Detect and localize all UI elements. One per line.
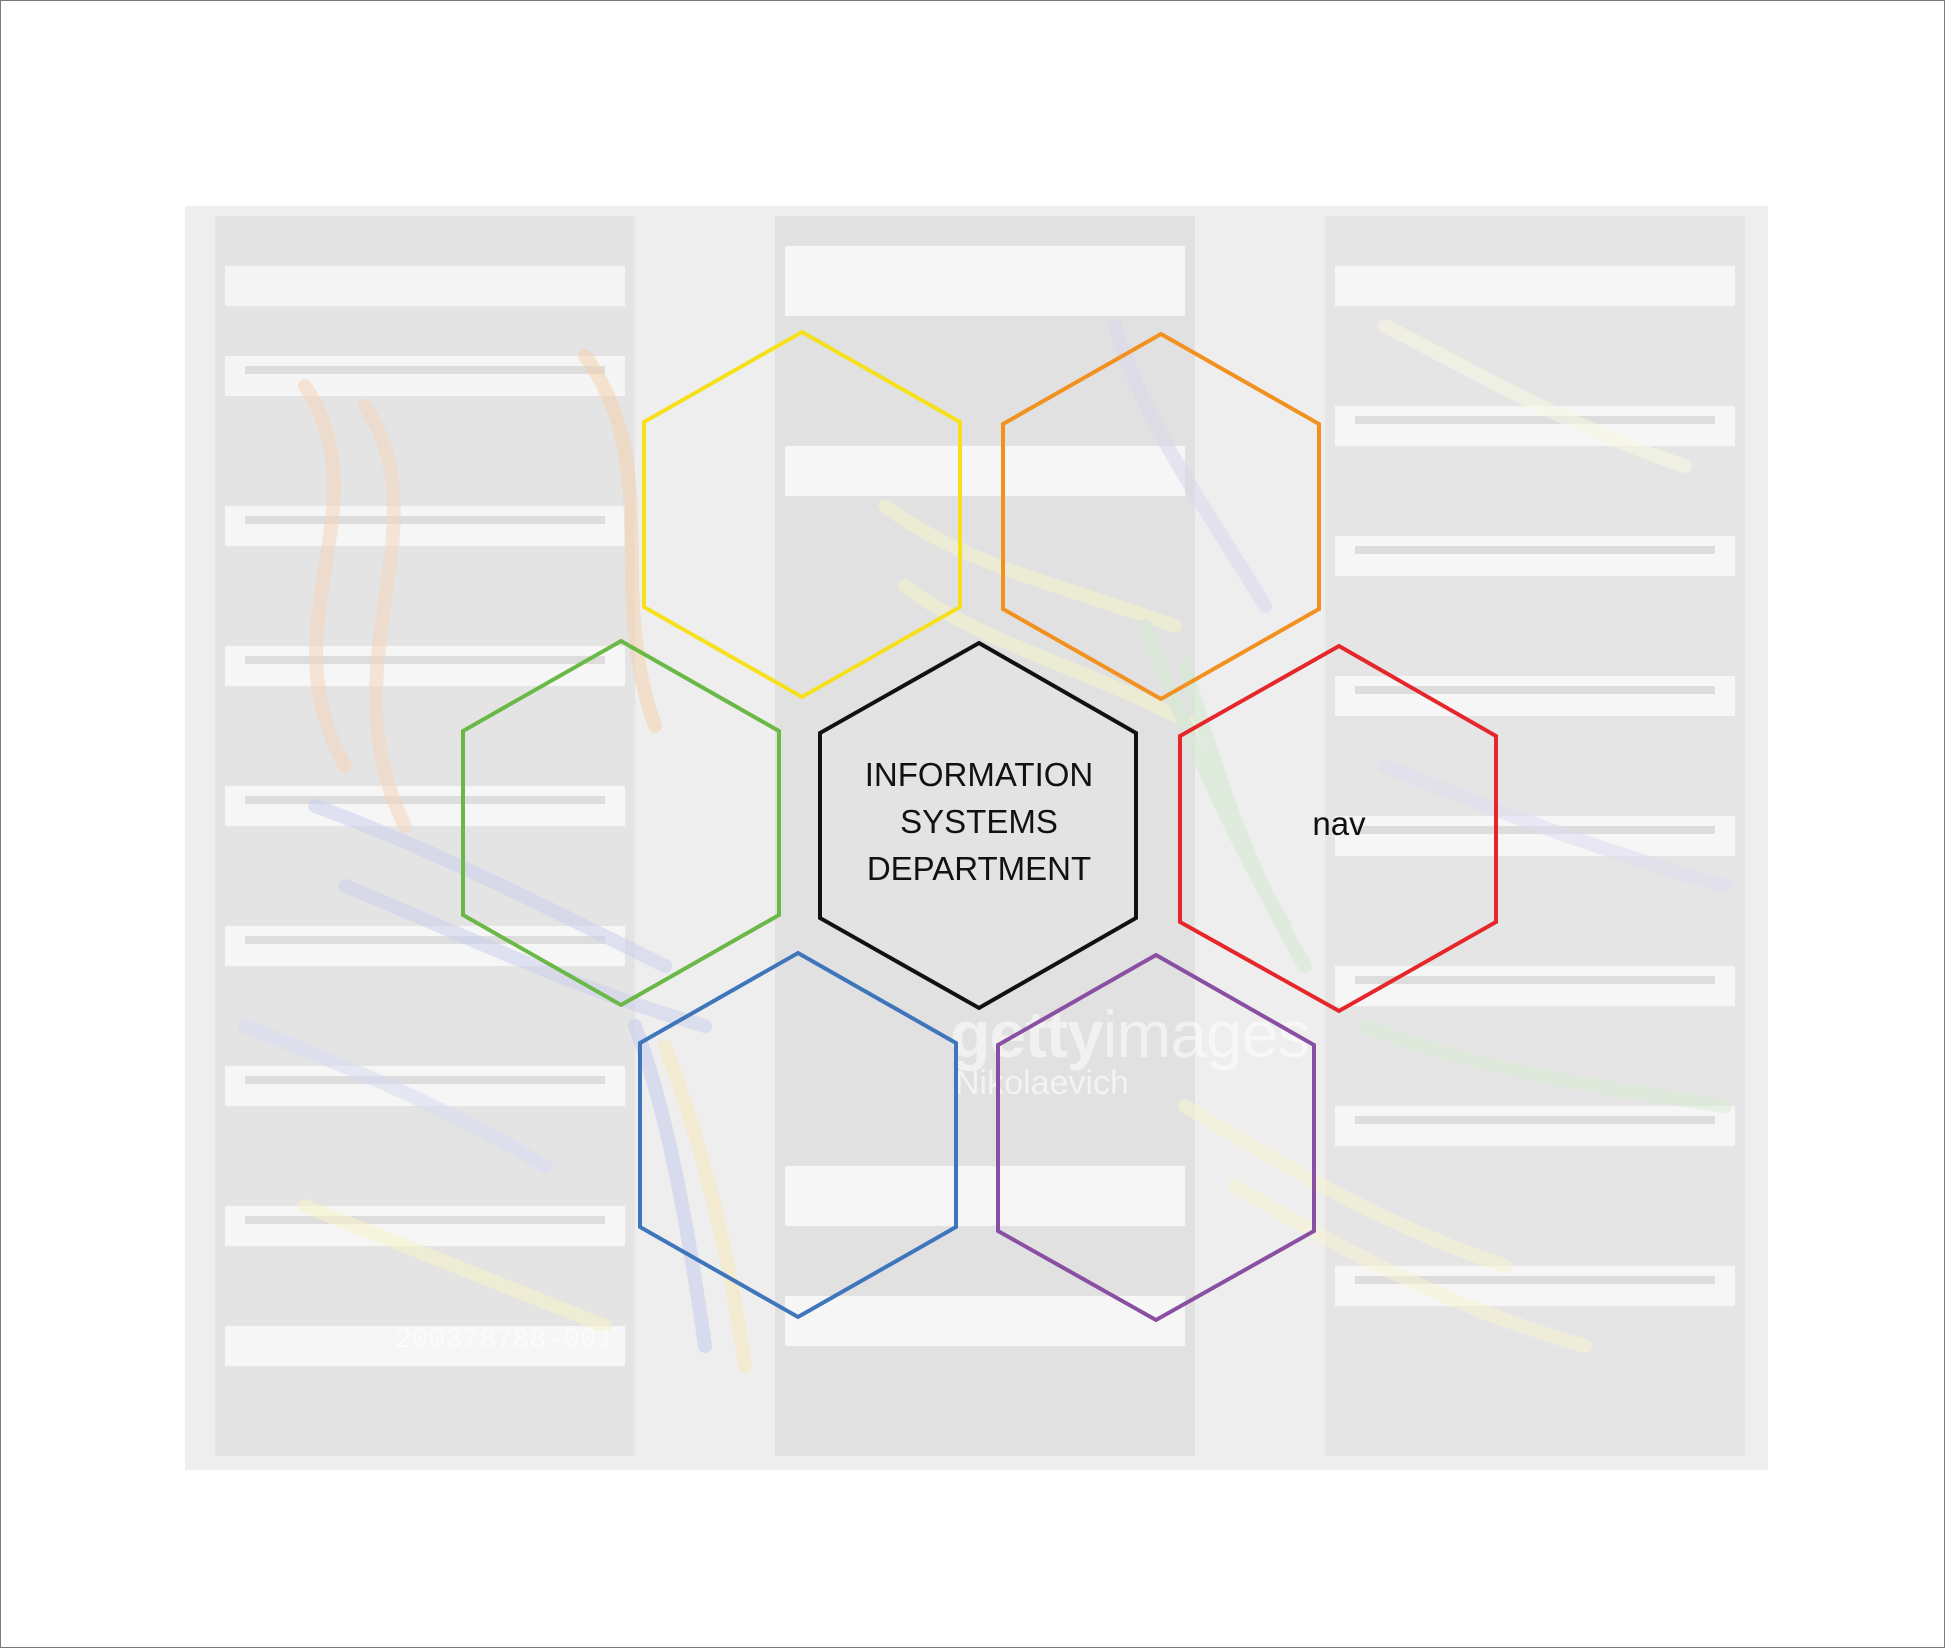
hexagon-menu — [461, 329, 1498, 1323]
page-frame: gettyimages Nikolaevich 200378788-001 IN… — [0, 0, 1945, 1648]
hex-blue[interactable] — [638, 950, 958, 1320]
hex-purple[interactable] — [996, 952, 1316, 1323]
hex-green[interactable] — [461, 638, 781, 1008]
hex-center[interactable] — [818, 640, 1138, 1011]
hex-yellow[interactable] — [642, 329, 962, 700]
hex-red[interactable] — [1178, 643, 1498, 1014]
hex-orange[interactable] — [1001, 331, 1321, 702]
